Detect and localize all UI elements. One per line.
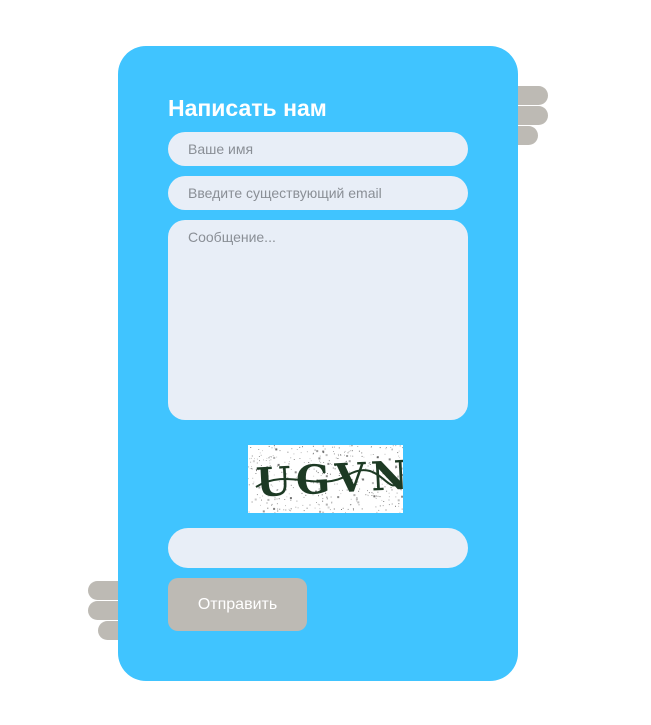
contact-form-card: Написать нам UGVN Отправить bbox=[118, 46, 518, 681]
email-input[interactable] bbox=[168, 176, 468, 210]
captcha-image: UGVN bbox=[248, 445, 403, 513]
form-title: Написать нам bbox=[168, 95, 327, 121]
submit-button[interactable]: Отправить bbox=[168, 578, 307, 631]
message-textarea[interactable] bbox=[168, 220, 468, 420]
name-input[interactable] bbox=[168, 132, 468, 166]
captcha-input[interactable] bbox=[168, 528, 468, 568]
